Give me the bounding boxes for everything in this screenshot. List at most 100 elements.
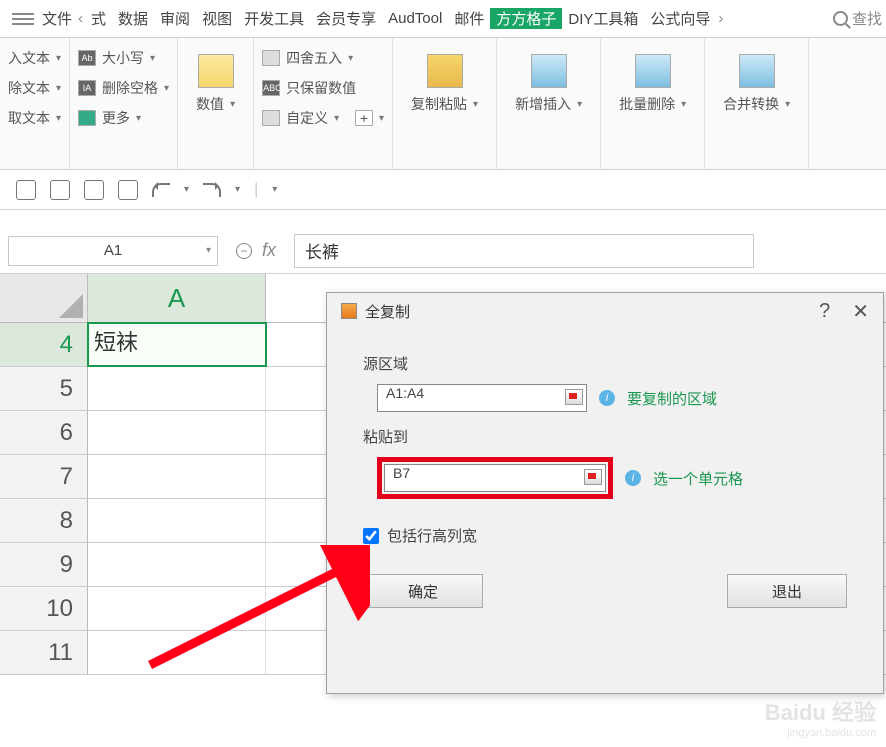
case-button[interactable]: Ab大小写▾ <box>78 48 169 68</box>
redo-icon[interactable] <box>203 183 221 197</box>
tab-4[interactable]: 开发工具 <box>238 8 310 29</box>
cell-A5[interactable] <box>88 367 266 410</box>
insert-icon <box>531 54 567 88</box>
custom-icon <box>262 110 280 126</box>
name-box-dropdown[interactable]: ▾ <box>206 245 211 256</box>
custom-button[interactable]: 自定义▾ +▾ <box>262 108 384 128</box>
print-icon[interactable] <box>84 180 104 200</box>
include-rowcol-checkbox-row: 包括行高列宽 <box>363 525 853 546</box>
cell-A11[interactable] <box>88 631 266 674</box>
add-insert-button[interactable]: 新增插入▾ <box>505 48 592 120</box>
include-rowcol-label: 包括行高列宽 <box>387 525 477 546</box>
save-icon[interactable] <box>16 180 36 200</box>
range-picker-icon-2[interactable] <box>584 469 602 485</box>
row-header-4[interactable]: 4 <box>0 323 88 366</box>
column-header-A[interactable]: A <box>88 274 266 322</box>
cell-A4[interactable]: 短袜 <box>88 323 266 366</box>
source-hint: 要复制的区域 <box>627 388 717 409</box>
separator: | <box>254 181 258 199</box>
dest-input[interactable]: B7 <box>384 464 606 492</box>
file-menu[interactable]: 文件 <box>42 8 72 29</box>
merge-icon <box>739 54 775 88</box>
chevron-right-icon[interactable]: › <box>716 10 725 27</box>
keep-value-button[interactable]: ABC只保留数值 <box>262 78 384 98</box>
merge-convert-button[interactable]: 合并转换▾ <box>713 48 800 120</box>
row-header-8[interactable]: 8 <box>0 499 88 542</box>
undo-icon[interactable] <box>152 183 170 197</box>
ab-icon: Ab <box>78 50 96 66</box>
name-box[interactable]: A1 ▾ <box>8 236 218 266</box>
info-icon-2[interactable]: i <box>625 470 641 486</box>
tab-5[interactable]: 会员专享 <box>310 8 382 29</box>
delete-icon <box>635 54 671 88</box>
ok-button[interactable]: 确定 <box>363 574 483 608</box>
hamburger-icon[interactable] <box>12 13 34 25</box>
extract-text-button[interactable]: 取文本▾ <box>8 108 61 128</box>
range-picker-icon[interactable] <box>565 389 583 405</box>
row-header-11[interactable]: 11 <box>0 631 88 674</box>
watermark-sub: jingyan.baidu.com <box>765 727 876 739</box>
insert-text-button[interactable]: 入文本▾ <box>8 48 61 68</box>
ribbon-group-insert: 新增插入▾ <box>497 38 601 169</box>
ia-icon: IA <box>78 80 96 96</box>
row-header-7[interactable]: 7 <box>0 455 88 498</box>
row-header-6[interactable]: 6 <box>0 411 88 454</box>
chevron-left-icon[interactable]: ‹ <box>76 10 85 27</box>
batch-delete-button[interactable]: 批量删除▾ <box>609 48 696 120</box>
watermark-main: Baidu 经验 <box>765 695 876 727</box>
close-button[interactable]: ✕ <box>852 299 869 324</box>
round-button[interactable]: 四舍五入▾ <box>262 48 384 68</box>
name-box-value: A1 <box>104 242 122 259</box>
row-header-10[interactable]: 10 <box>0 587 88 630</box>
qat-more[interactable]: ▾ <box>272 184 277 195</box>
cell-A6[interactable] <box>88 411 266 454</box>
number-button[interactable]: 数值▾ <box>186 48 245 120</box>
cell-A10[interactable] <box>88 587 266 630</box>
dialog-titlebar[interactable]: 全复制 ? ✕ <box>327 293 883 329</box>
cell-A8[interactable] <box>88 499 266 542</box>
cell-A7[interactable] <box>88 455 266 498</box>
ribbon-group-merge: 合并转换▾ <box>705 38 809 169</box>
tab-10[interactable]: 公式向导 <box>644 8 716 29</box>
source-input[interactable]: A1:A4 <box>377 384 587 412</box>
more-button[interactable]: 更多▾ <box>78 108 169 128</box>
tab-fangfang[interactable]: 方方格子 <box>490 8 562 29</box>
watermark: Baidu 经验 jingyan.baidu.com <box>765 695 876 739</box>
plus-icon[interactable]: + <box>355 110 373 126</box>
info-icon[interactable]: i <box>599 390 615 406</box>
number-icon <box>198 54 234 88</box>
cancel-button[interactable]: 退出 <box>727 574 847 608</box>
tab-6[interactable]: AudTool <box>382 10 448 27</box>
fx-label[interactable]: fx <box>262 240 276 261</box>
tab-2[interactable]: 审阅 <box>154 8 196 29</box>
tab-9[interactable]: DIY工具箱 <box>562 8 644 29</box>
delete-text-button[interactable]: 除文本▾ <box>8 78 61 98</box>
help-button[interactable]: ? <box>819 300 830 323</box>
quick-access-toolbar: ▾ ▾ | ▾ <box>0 170 886 210</box>
row-header-5[interactable]: 5 <box>0 367 88 410</box>
select-all-corner[interactable] <box>0 274 88 322</box>
search-box[interactable]: 查找 <box>833 8 882 29</box>
qat-icon-2[interactable] <box>50 180 70 200</box>
tab-3[interactable]: 视图 <box>196 8 238 29</box>
ribbon-group-round: 四舍五入▾ ABC只保留数值 自定义▾ +▾ <box>254 38 393 169</box>
dest-value: B7 <box>393 465 410 481</box>
abc-icon: ABC <box>262 80 280 96</box>
round-icon <box>262 50 280 66</box>
dest-hint: 选一个单元格 <box>653 468 743 489</box>
cell-A9[interactable] <box>88 543 266 586</box>
ribbon-group-number: 数值▾ <box>178 38 254 169</box>
include-rowcol-checkbox[interactable] <box>363 528 379 544</box>
copy-paste-button[interactable]: 复制粘贴▾ <box>401 48 488 120</box>
preview-icon[interactable] <box>118 180 138 200</box>
highlight-box: B7 <box>377 457 613 499</box>
ribbon-group-text: 入文本▾ 除文本▾ 取文本▾ <box>0 38 70 169</box>
tab-7[interactable]: 邮件 <box>448 8 490 29</box>
ribbon-group-paste: 复制粘贴▾ <box>393 38 497 169</box>
tab-1[interactable]: 数据 <box>112 8 154 29</box>
tab-0[interactable]: 式 <box>85 8 112 29</box>
delete-space-button[interactable]: IA删除空格▾ <box>78 78 169 98</box>
cancel-icon[interactable]: − <box>236 243 252 259</box>
row-header-9[interactable]: 9 <box>0 543 88 586</box>
formula-input[interactable] <box>294 234 754 268</box>
